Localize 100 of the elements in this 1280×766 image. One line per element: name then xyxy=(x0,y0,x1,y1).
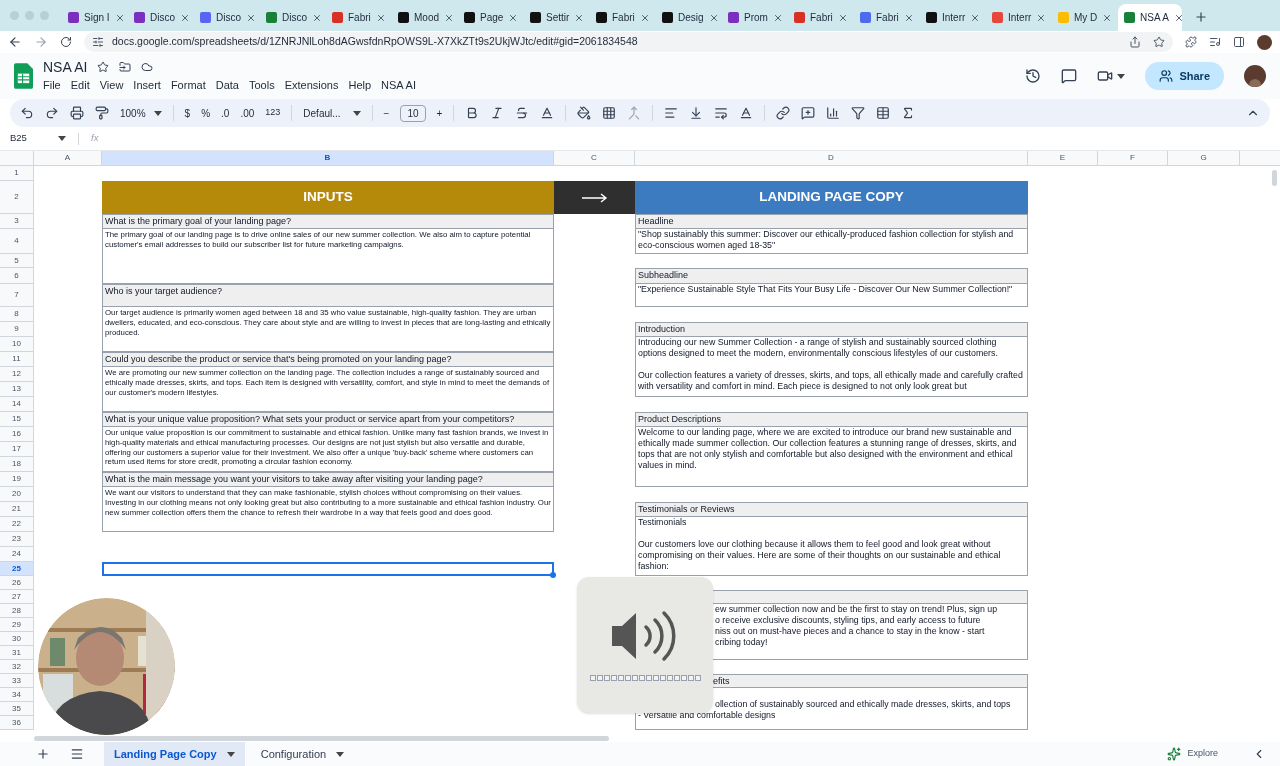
sheets-logo-icon[interactable] xyxy=(14,63,33,89)
row-header[interactable]: 18 xyxy=(0,457,34,472)
history-icon[interactable] xyxy=(1025,68,1042,84)
row-header[interactable]: 21 xyxy=(0,502,34,517)
row-header[interactable]: 6 xyxy=(0,268,34,284)
close-icon[interactable] xyxy=(1102,12,1113,23)
extensions-icon[interactable] xyxy=(1185,36,1197,48)
close-icon[interactable] xyxy=(375,12,386,23)
font-size-field[interactable]: 10 xyxy=(400,104,426,122)
italic-icon[interactable] xyxy=(490,106,505,120)
menu-item[interactable]: Extensions xyxy=(284,76,339,94)
row-header[interactable]: 8 xyxy=(0,307,34,322)
row-header[interactable]: 28 xyxy=(0,604,34,618)
close-icon[interactable] xyxy=(312,12,322,23)
browser-tab[interactable]: Mood xyxy=(392,4,456,31)
folder-icon[interactable] xyxy=(119,60,132,73)
fill-color-icon[interactable] xyxy=(577,106,592,120)
site-info-icon[interactable] xyxy=(92,36,104,48)
row-header[interactable]: 35 xyxy=(0,702,34,716)
row-header[interactable]: 13 xyxy=(0,382,34,397)
address-bar[interactable]: docs.google.com/spreadsheets/d/1ZNRJNlLoh8dAGwsfdnRpOWS9L-X7XkZTt9s2UkjWJtc/edit#gid=2061834548 xyxy=(84,32,1173,52)
sheet-tab[interactable]: Configuration xyxy=(250,742,355,766)
menu-item[interactable]: Help xyxy=(348,76,372,94)
row-header[interactable]: 33 xyxy=(0,674,34,688)
decrease-decimals-button[interactable]: .0 xyxy=(221,105,230,121)
column-header[interactable]: G xyxy=(1168,151,1240,165)
document-title[interactable]: NSA AI xyxy=(43,58,88,75)
menu-item[interactable]: File xyxy=(43,76,61,94)
close-icon[interactable] xyxy=(639,12,650,23)
font-dropdown[interactable]: Defaul... xyxy=(303,105,361,121)
browser-tab[interactable]: Desig xyxy=(656,4,720,31)
side-panel-icon[interactable] xyxy=(1233,36,1245,48)
row-header[interactable]: 29 xyxy=(0,618,34,632)
strikethrough-icon[interactable] xyxy=(515,106,530,120)
close-icon[interactable] xyxy=(1173,12,1184,23)
row-header[interactable]: 17 xyxy=(0,442,34,457)
column-header[interactable]: F xyxy=(1098,151,1168,165)
reload-icon[interactable] xyxy=(60,36,72,48)
align-icon[interactable] xyxy=(664,106,679,120)
row-header[interactable]: 25 xyxy=(0,562,34,576)
font-size-decrease-button[interactable]: − xyxy=(383,105,390,121)
row-header[interactable]: 23 xyxy=(0,532,34,547)
zoom-dropdown[interactable]: 100% xyxy=(120,105,162,121)
explore-button[interactable]: Explore xyxy=(1159,747,1226,761)
row-header[interactable]: 15 xyxy=(0,412,34,427)
number-format-button[interactable]: 123 xyxy=(265,106,281,120)
browser-tab[interactable]: Disco xyxy=(194,4,258,31)
text-color-icon[interactable] xyxy=(540,106,555,120)
row-header[interactable]: 22 xyxy=(0,517,34,532)
new-tab-icon[interactable] xyxy=(1194,10,1208,24)
bold-icon[interactable] xyxy=(465,106,480,120)
print-icon[interactable] xyxy=(70,106,84,120)
browser-tab[interactable]: Fabri xyxy=(854,4,918,31)
browser-tab[interactable]: Disco xyxy=(128,4,192,31)
close-icon[interactable] xyxy=(708,12,719,23)
all-sheets-icon[interactable] xyxy=(70,747,84,761)
vertical-align-icon[interactable] xyxy=(689,106,704,120)
row-header[interactable]: 19 xyxy=(0,472,34,487)
row-header[interactable]: 3 xyxy=(0,214,34,229)
close-icon[interactable] xyxy=(246,12,256,23)
row-header[interactable]: 1 xyxy=(0,166,34,181)
browser-tab[interactable]: Fabri xyxy=(788,4,852,31)
close-icon[interactable] xyxy=(180,12,190,23)
browser-tab[interactable]: NSA A xyxy=(1118,4,1182,31)
browser-tab[interactable]: Page xyxy=(458,4,522,31)
borders-icon[interactable] xyxy=(602,106,617,120)
row-header[interactable]: 36 xyxy=(0,716,34,730)
close-icon[interactable] xyxy=(903,12,914,23)
share-button[interactable]: Share xyxy=(1145,62,1224,90)
row-header[interactable]: 27 xyxy=(0,590,34,604)
browser-tab[interactable]: Sign I xyxy=(62,4,126,31)
filter-views-icon[interactable] xyxy=(876,106,891,120)
menu-item[interactable]: NSA AI xyxy=(381,76,416,94)
row-header[interactable]: 10 xyxy=(0,337,34,352)
undo-icon[interactable] xyxy=(20,106,34,120)
profile-avatar[interactable] xyxy=(1257,34,1272,50)
close-icon[interactable] xyxy=(837,12,848,23)
menu-item[interactable]: Data xyxy=(215,76,239,94)
row-header[interactable]: 30 xyxy=(0,632,34,646)
row-header[interactable]: 5 xyxy=(0,254,34,268)
chart-icon[interactable] xyxy=(826,106,841,120)
browser-tab[interactable]: Interr xyxy=(920,4,984,31)
text-rotation-icon[interactable] xyxy=(739,106,754,120)
name-box[interactable]: B25 xyxy=(10,131,66,146)
menu-item[interactable]: View xyxy=(99,76,124,94)
browser-tab[interactable]: Prom xyxy=(722,4,786,31)
horizontal-scrollbar[interactable] xyxy=(34,736,609,741)
row-header[interactable]: 7 xyxy=(0,284,34,307)
currency-button[interactable]: $ xyxy=(184,105,191,121)
column-header[interactable]: E xyxy=(1028,151,1098,165)
row-header[interactable]: 26 xyxy=(0,576,34,590)
row-header[interactable]: 12 xyxy=(0,367,34,382)
redo-icon[interactable] xyxy=(45,106,59,120)
video-icon[interactable] xyxy=(1097,68,1114,84)
share-icon[interactable] xyxy=(1129,36,1141,48)
row-header[interactable]: 14 xyxy=(0,397,34,412)
browser-tab[interactable]: Disco xyxy=(260,4,324,31)
browser-tab[interactable]: Fabri xyxy=(590,4,654,31)
vertical-scrollbar[interactable] xyxy=(1272,170,1277,186)
cloud-icon[interactable] xyxy=(141,60,154,73)
